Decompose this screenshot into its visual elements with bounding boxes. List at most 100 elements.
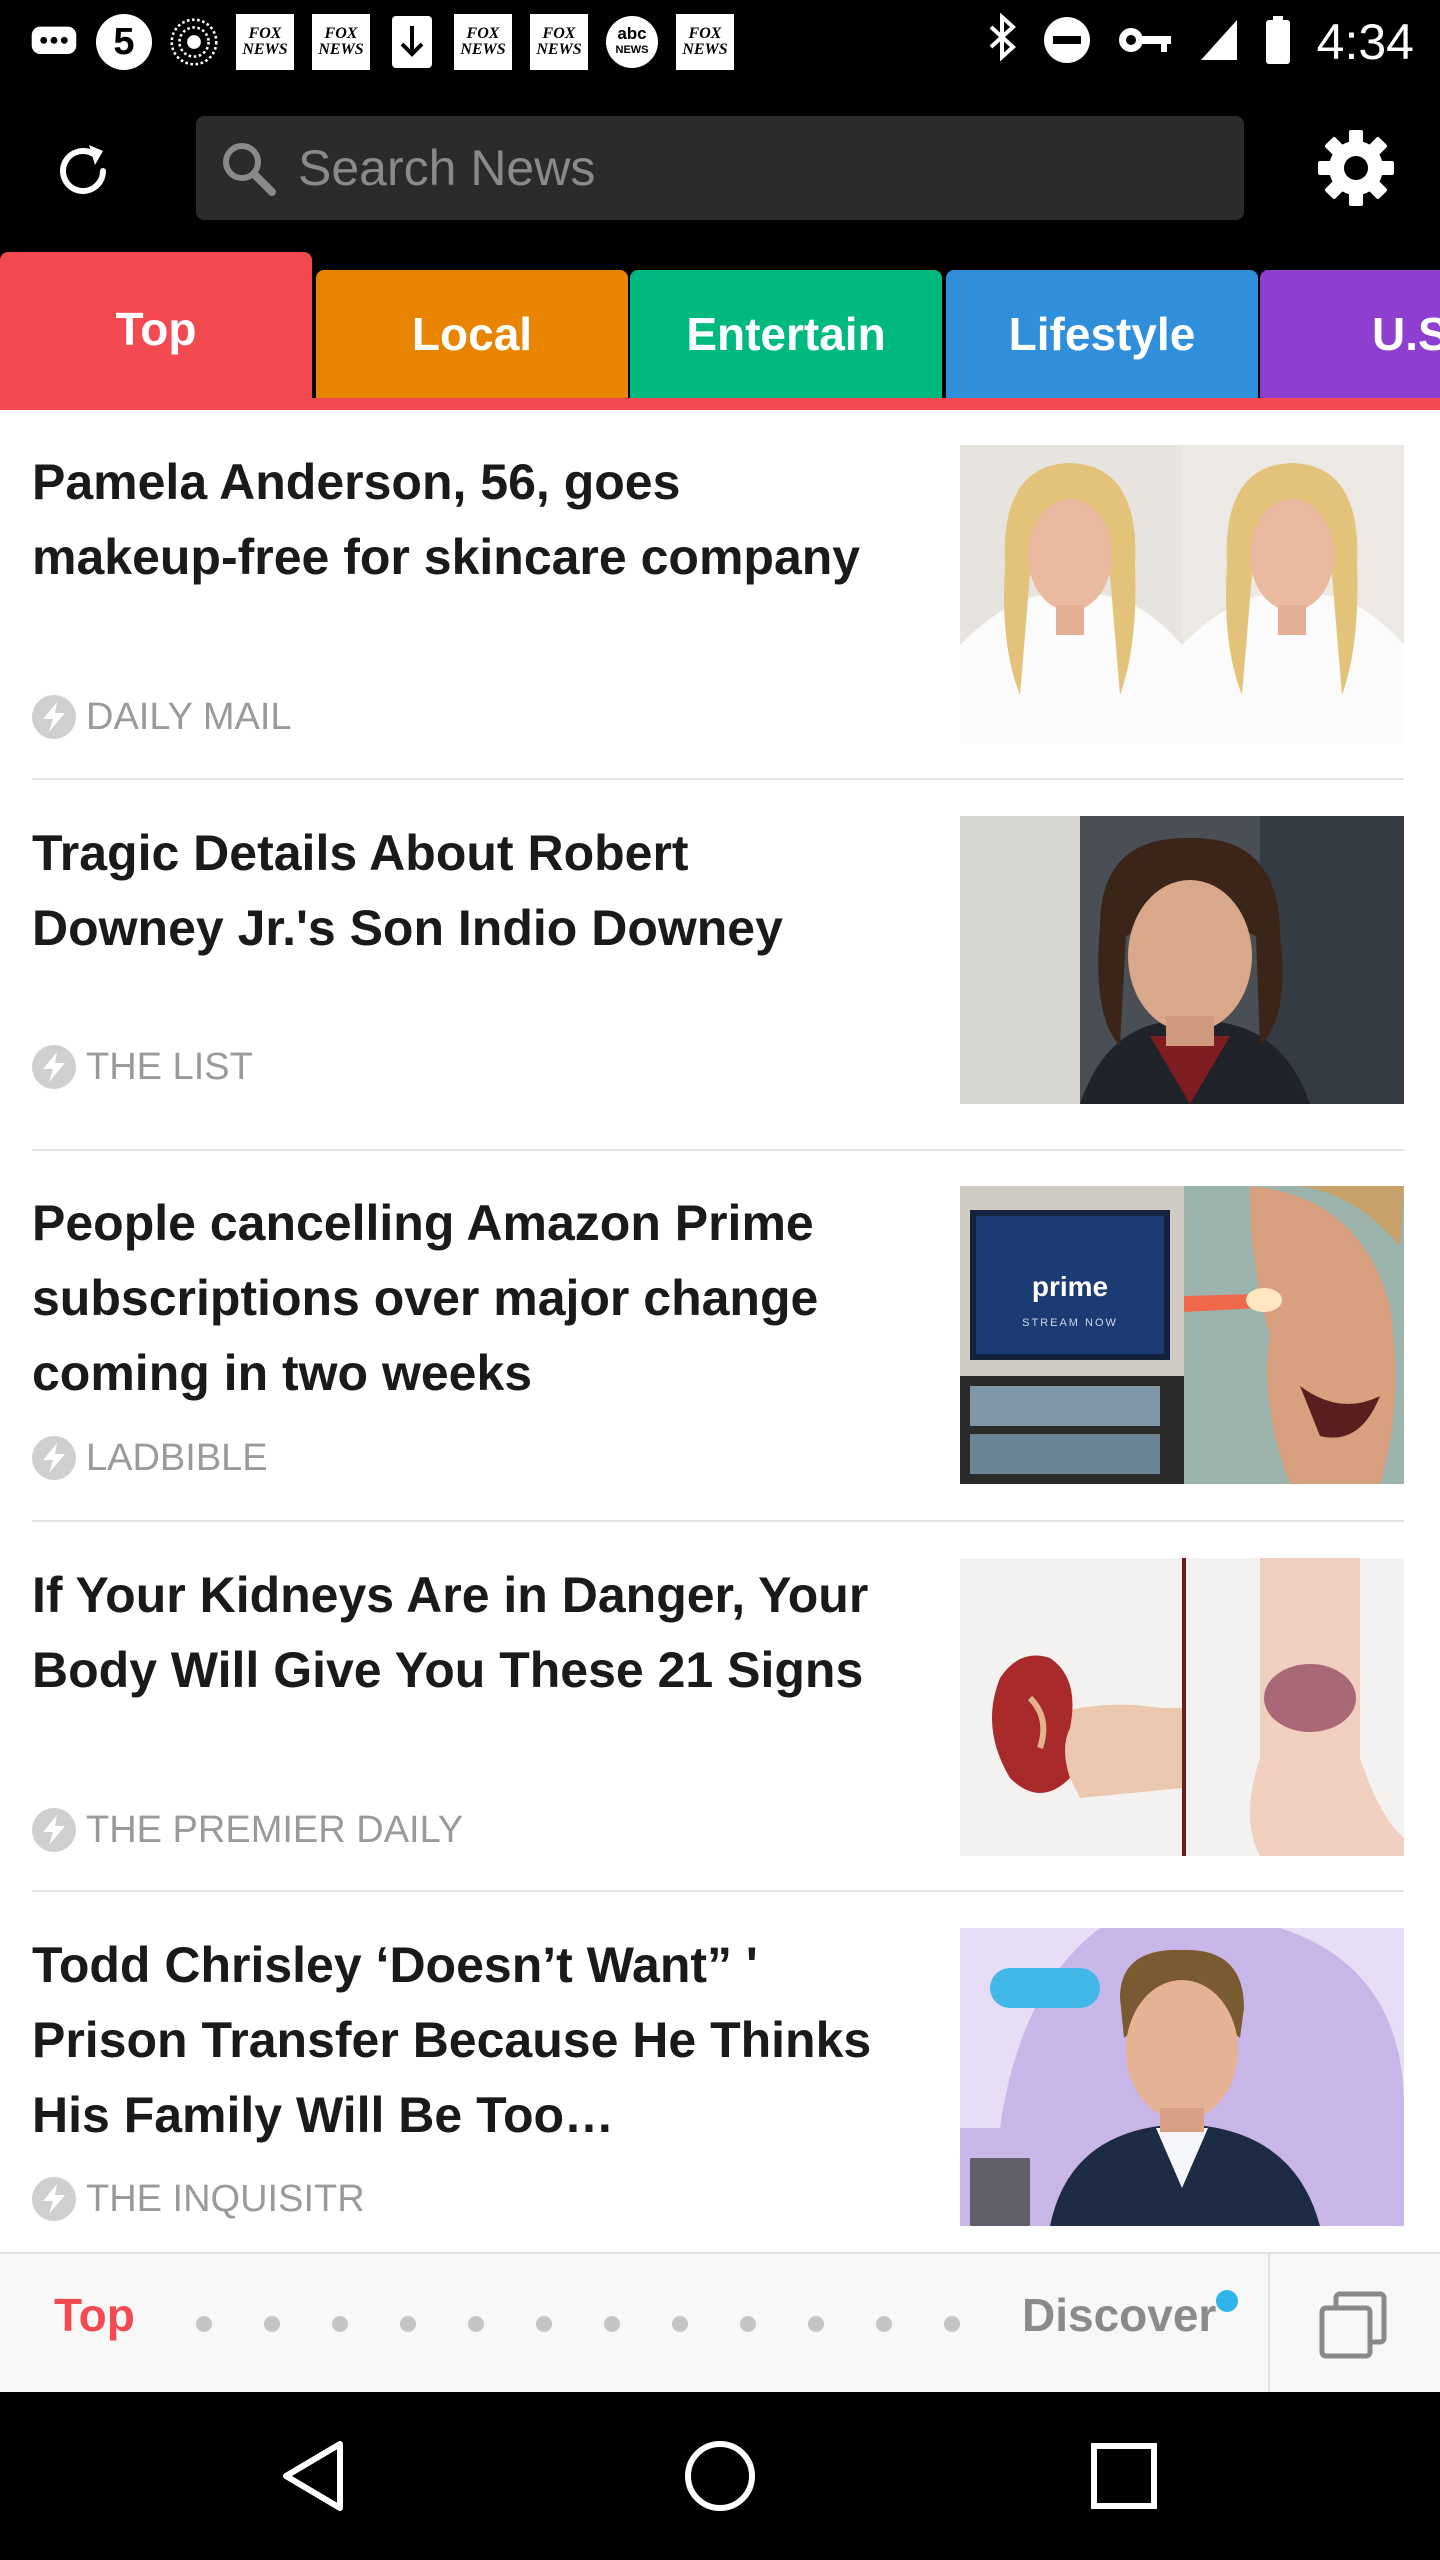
article-source: LADBIBLE bbox=[32, 1435, 268, 1481]
key-icon bbox=[1117, 22, 1173, 63]
news-label: NEWS bbox=[682, 41, 728, 58]
gear-icon bbox=[1318, 130, 1394, 206]
fox-news-icon: FOX NEWS bbox=[236, 14, 294, 70]
page-dot[interactable] bbox=[808, 2316, 824, 2332]
fox-label: FOX bbox=[248, 25, 282, 42]
bottom-nav: Top Discover bbox=[0, 2252, 1440, 2394]
page-dot[interactable] bbox=[400, 2316, 416, 2332]
home-icon bbox=[685, 2441, 755, 2511]
news-label: NEWS bbox=[460, 41, 506, 58]
article-headline[interactable]: Tragic Details About Robert Downey Jr.'s… bbox=[32, 816, 882, 966]
page-dot[interactable] bbox=[944, 2316, 960, 2332]
category-tabs: Top Local Entertain Lifestyle U.S bbox=[0, 252, 1440, 410]
article-thumbnail[interactable] bbox=[960, 1928, 1404, 2226]
article-thumbnail[interactable]: prime STREAM NOW bbox=[960, 1186, 1404, 1484]
search-icon bbox=[223, 143, 276, 196]
lightning-icon bbox=[32, 1808, 76, 1852]
article-source: THE INQUISITR bbox=[32, 2176, 365, 2222]
article-card[interactable]: Pamela Anderson, 56, goes makeup-free fo… bbox=[0, 410, 1440, 780]
tab-us[interactable]: U.S bbox=[1260, 270, 1440, 398]
article-card[interactable]: If Your Kidneys Are in Danger, Your Body… bbox=[0, 1522, 1440, 1892]
source-name: LADBIBLE bbox=[86, 1436, 268, 1479]
do-not-disturb-icon bbox=[1043, 16, 1091, 69]
bottom-nav-top[interactable]: Top bbox=[54, 2288, 135, 2342]
lightning-icon bbox=[32, 1045, 76, 1089]
article-card[interactable]: Tragic Details About Robert Downey Jr.'s… bbox=[0, 780, 1440, 1151]
windows-icon bbox=[1319, 2291, 1387, 2359]
home-button[interactable] bbox=[678, 2434, 762, 2518]
page-dot[interactable] bbox=[740, 2316, 756, 2332]
article-headline[interactable]: Pamela Anderson, 56, goes makeup-free fo… bbox=[32, 445, 882, 595]
fox-news-icon: FOX NEWS bbox=[530, 14, 588, 70]
article-thumbnail[interactable] bbox=[960, 816, 1404, 1104]
download-icon bbox=[388, 16, 436, 68]
tab-entertain[interactable]: Entertain bbox=[630, 270, 942, 398]
prime-thumb-text: prime bbox=[1032, 1271, 1108, 1302]
app-header bbox=[0, 84, 1440, 252]
article-source: THE PREMIER DAILY bbox=[32, 1807, 463, 1853]
bluetooth-icon bbox=[987, 11, 1017, 72]
battery-icon bbox=[1265, 15, 1291, 69]
android-nav-bar bbox=[0, 2392, 1440, 2560]
tab-top[interactable]: Top bbox=[0, 252, 312, 398]
abc-news-icon: abc NEWS bbox=[606, 16, 658, 68]
page-dot[interactable] bbox=[264, 2316, 280, 2332]
discover-badge bbox=[1216, 2290, 1238, 2312]
refresh-button[interactable] bbox=[44, 132, 122, 210]
fox-news-icon: FOX NEWS bbox=[312, 14, 370, 70]
page-dot[interactable] bbox=[672, 2316, 688, 2332]
page-dot[interactable] bbox=[332, 2316, 348, 2332]
radio-icon bbox=[170, 16, 218, 68]
search-box[interactable] bbox=[196, 116, 1244, 220]
abc-label: abc bbox=[617, 24, 647, 43]
news-label: NEWS bbox=[242, 41, 288, 58]
article-headline[interactable]: People cancelling Amazon Prime subscript… bbox=[32, 1186, 882, 1411]
article-source: THE LIST bbox=[32, 1044, 253, 1090]
search-input[interactable] bbox=[298, 116, 1218, 220]
tab-local[interactable]: Local bbox=[316, 270, 628, 398]
lightning-icon bbox=[32, 1436, 76, 1480]
article-headline[interactable]: Todd Chrisley ‘Doesn’t Want” ' Prison Tr… bbox=[32, 1928, 882, 2153]
abc-news-label: NEWS bbox=[615, 44, 649, 56]
five-icon: 5 bbox=[96, 14, 152, 70]
article-source: DAILY MAIL bbox=[32, 694, 292, 740]
settings-button[interactable] bbox=[1316, 128, 1396, 208]
bottom-nav-separator bbox=[1268, 2254, 1270, 2394]
source-name: DAILY MAIL bbox=[86, 695, 292, 738]
article-headline[interactable]: If Your Kidneys Are in Danger, Your Body… bbox=[32, 1558, 882, 1708]
article-thumbnail[interactable] bbox=[960, 445, 1404, 743]
fox-label: FOX bbox=[688, 25, 722, 42]
stream-now-thumb-text: STREAM NOW bbox=[1022, 1317, 1118, 1329]
fox-news-icon: FOX NEWS bbox=[676, 14, 734, 70]
page-dot[interactable] bbox=[196, 2316, 212, 2332]
back-icon bbox=[283, 2441, 343, 2511]
page-dot[interactable] bbox=[536, 2316, 552, 2332]
source-name: THE LIST bbox=[86, 1045, 253, 1088]
article-card[interactable]: People cancelling Amazon Prime subscript… bbox=[0, 1151, 1440, 1522]
status-bar: 5 FOX NEWS FOX NEWS FOX NEWS FOX NEWS abc NEW… bbox=[0, 0, 1440, 84]
article-card[interactable]: Todd Chrisley ‘Doesn’t Want” ' Prison Tr… bbox=[0, 1892, 1440, 2252]
fox-news-icon: FOX NEWS bbox=[454, 14, 512, 70]
news-label: NEWS bbox=[318, 41, 364, 58]
recents-button[interactable] bbox=[1082, 2434, 1166, 2518]
article-thumbnail[interactable] bbox=[960, 1558, 1404, 1856]
five-label: 5 bbox=[113, 20, 135, 63]
notification-icons: 5 FOX NEWS FOX NEWS FOX NEWS FOX NEWS abc NEW… bbox=[30, 12, 734, 72]
news-label: NEWS bbox=[536, 41, 582, 58]
system-status: 4:34 bbox=[987, 11, 1414, 72]
windows-button[interactable] bbox=[1316, 2288, 1390, 2362]
source-name: THE PREMIER DAILY bbox=[86, 1808, 464, 1851]
lightning-icon bbox=[32, 695, 76, 739]
signal-icon bbox=[1199, 18, 1239, 67]
fox-label: FOX bbox=[466, 25, 500, 42]
clock: 4:34 bbox=[1316, 14, 1414, 70]
refresh-icon bbox=[60, 145, 106, 194]
page-dot[interactable] bbox=[468, 2316, 484, 2332]
bottom-nav-discover[interactable]: Discover bbox=[1022, 2288, 1216, 2342]
page-dot[interactable] bbox=[876, 2316, 892, 2332]
back-button[interactable] bbox=[274, 2434, 358, 2518]
chat-icon bbox=[30, 16, 78, 68]
page-dot[interactable] bbox=[604, 2316, 620, 2332]
lightning-icon bbox=[32, 2177, 76, 2221]
tab-lifestyle[interactable]: Lifestyle bbox=[946, 270, 1258, 398]
